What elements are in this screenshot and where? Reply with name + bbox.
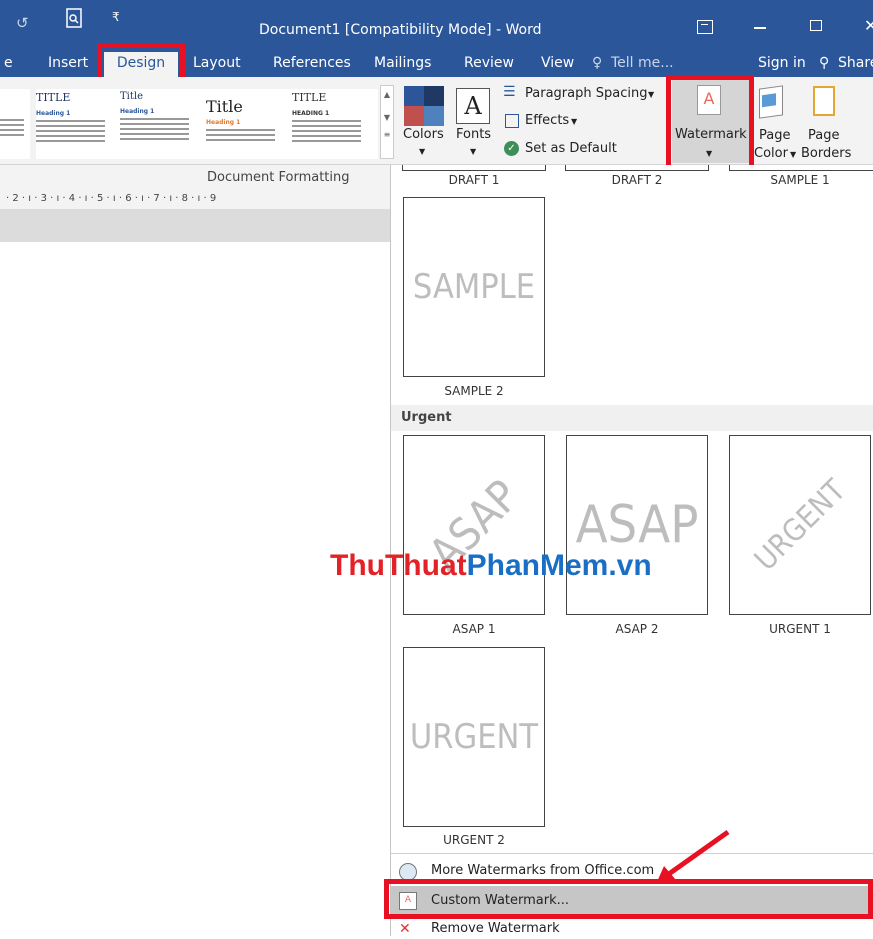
page-color-button-line2[interactable]: Color	[754, 146, 788, 161]
watermark-thumb-urgent1[interactable]: URGENT	[729, 435, 871, 615]
style-set-item[interactable]: Title Heading 1	[206, 89, 292, 159]
tab-design[interactable]: Design	[104, 52, 178, 77]
tab-mailings[interactable]: Mailings	[374, 52, 431, 77]
watermark-icon: A	[697, 85, 721, 115]
tab-layout[interactable]: Layout	[193, 52, 241, 77]
style-set-item[interactable]	[0, 89, 30, 159]
tab-references[interactable]: References	[273, 52, 351, 77]
print-preview-icon[interactable]	[66, 8, 82, 28]
page-color-button[interactable]: Page	[759, 128, 790, 143]
group-label-document-formatting: Document Formatting	[0, 165, 390, 189]
chevron-down-icon: ▼	[648, 90, 655, 99]
tab-file[interactable]: e	[4, 52, 13, 77]
effects-button[interactable]: Effects	[525, 113, 569, 128]
close-icon[interactable]: ✕	[864, 16, 873, 35]
chevron-down-icon: ▼	[571, 117, 578, 126]
remove-watermark-item[interactable]: ✕ Remove Watermark	[391, 919, 873, 939]
fonts-icon[interactable]: A	[456, 88, 490, 124]
customize-toolbar-icon[interactable]: ₹	[112, 10, 120, 24]
ribbon-display-options-icon[interactable]	[697, 20, 713, 34]
effects-icon	[505, 114, 519, 128]
chevron-down-icon: ▼	[470, 147, 477, 156]
caption-urgent2: URGENT 2	[443, 833, 505, 847]
more-watermarks-item[interactable]: More Watermarks from Office.com	[391, 857, 873, 885]
chevron-down-icon: ▼	[419, 147, 426, 156]
style-set-item[interactable]: Title Heading 1	[120, 89, 206, 159]
tab-insert[interactable]: Insert	[48, 52, 88, 77]
set-as-default-button[interactable]: Set as Default	[525, 141, 617, 156]
chevron-down-icon: ▼	[790, 150, 797, 159]
gallery-scrollbar[interactable]: ▲ ▼ ≡	[380, 85, 394, 159]
paragraph-spacing-button[interactable]: Paragraph Spacing	[525, 86, 647, 101]
caption-draft2: DRAFT 2	[611, 173, 663, 187]
fonts-button[interactable]: Fonts	[456, 127, 491, 142]
document-page[interactable]	[0, 242, 390, 936]
caption-draft1: DRAFT 1	[448, 173, 500, 187]
watermark-thumb-urgent2[interactable]: URGENT	[403, 647, 545, 827]
document-icon: A	[399, 892, 417, 910]
brand-watermark: ThuThuatPhanMem.vn	[330, 549, 652, 582]
watermark-thumb-draft1-bottom[interactable]	[402, 165, 546, 171]
watermark-thumb-sample1-bottom[interactable]	[729, 165, 873, 171]
page-borders-icon	[813, 86, 835, 116]
caption-urgent1: URGENT 1	[769, 622, 831, 636]
caption-sample1: SAMPLE 1	[770, 173, 830, 187]
colors-button[interactable]: Colors	[403, 127, 444, 142]
style-set-item[interactable]: TITLE HEADING 1	[292, 89, 378, 159]
window-title: Document1 [Compatibility Mode] - Word	[259, 22, 542, 38]
watermark-thumb-draft2-bottom[interactable]	[565, 165, 709, 171]
annotation-arrow	[656, 829, 730, 884]
page-borders-button[interactable]: Page	[808, 128, 839, 143]
sign-in-link[interactable]: Sign in	[758, 52, 806, 77]
colors-icon[interactable]	[404, 86, 444, 126]
minimize-button[interactable]	[754, 27, 766, 29]
maximize-button[interactable]	[810, 20, 822, 31]
person-icon: ⚲	[819, 55, 830, 71]
ribbon: TITLE Heading 1 Title Heading 1 Title He…	[0, 77, 873, 165]
horizontal-ruler[interactable]: · 2 · ı · 3 · ı · 4 · ı · 5 · ı · 6 · ı …	[0, 189, 390, 209]
title-bar: ↺ ₹ Document1 [Compatibility Mode] - Wor…	[0, 0, 873, 52]
menu-divider	[391, 853, 873, 854]
watermark-button[interactable]: A Watermark ▼	[672, 79, 750, 163]
watermark-thumb-sample2[interactable]: SAMPLE	[403, 197, 545, 377]
caption-asap2: ASAP 2	[615, 622, 659, 636]
section-header-urgent: Urgent	[391, 405, 873, 431]
tab-review[interactable]: Review	[464, 52, 514, 77]
share-button[interactable]: Share	[838, 52, 873, 77]
lightbulb-icon: ♀	[592, 55, 603, 71]
caption-sample2: SAMPLE 2	[444, 384, 504, 398]
page-color-icon	[759, 85, 783, 119]
page-borders-button-line2[interactable]: Borders	[801, 146, 851, 161]
custom-watermark-item[interactable]: A Custom Watermark...	[391, 886, 873, 916]
tell-me-box[interactable]: Tell me...	[611, 52, 674, 77]
style-set-item[interactable]: TITLE Heading 1	[36, 89, 122, 159]
chevron-down-icon: ▼	[706, 149, 713, 158]
tab-view[interactable]: View	[541, 52, 574, 77]
redo-icon[interactable]: ↺	[16, 14, 29, 32]
globe-icon	[399, 863, 417, 881]
check-icon: ✓	[504, 141, 519, 156]
document-background	[0, 209, 390, 242]
paragraph-spacing-icon: ☰	[503, 84, 516, 100]
caption-asap1: ASAP 1	[452, 622, 496, 636]
ribbon-tabs: e Insert Design Layout References Mailin…	[0, 52, 873, 77]
